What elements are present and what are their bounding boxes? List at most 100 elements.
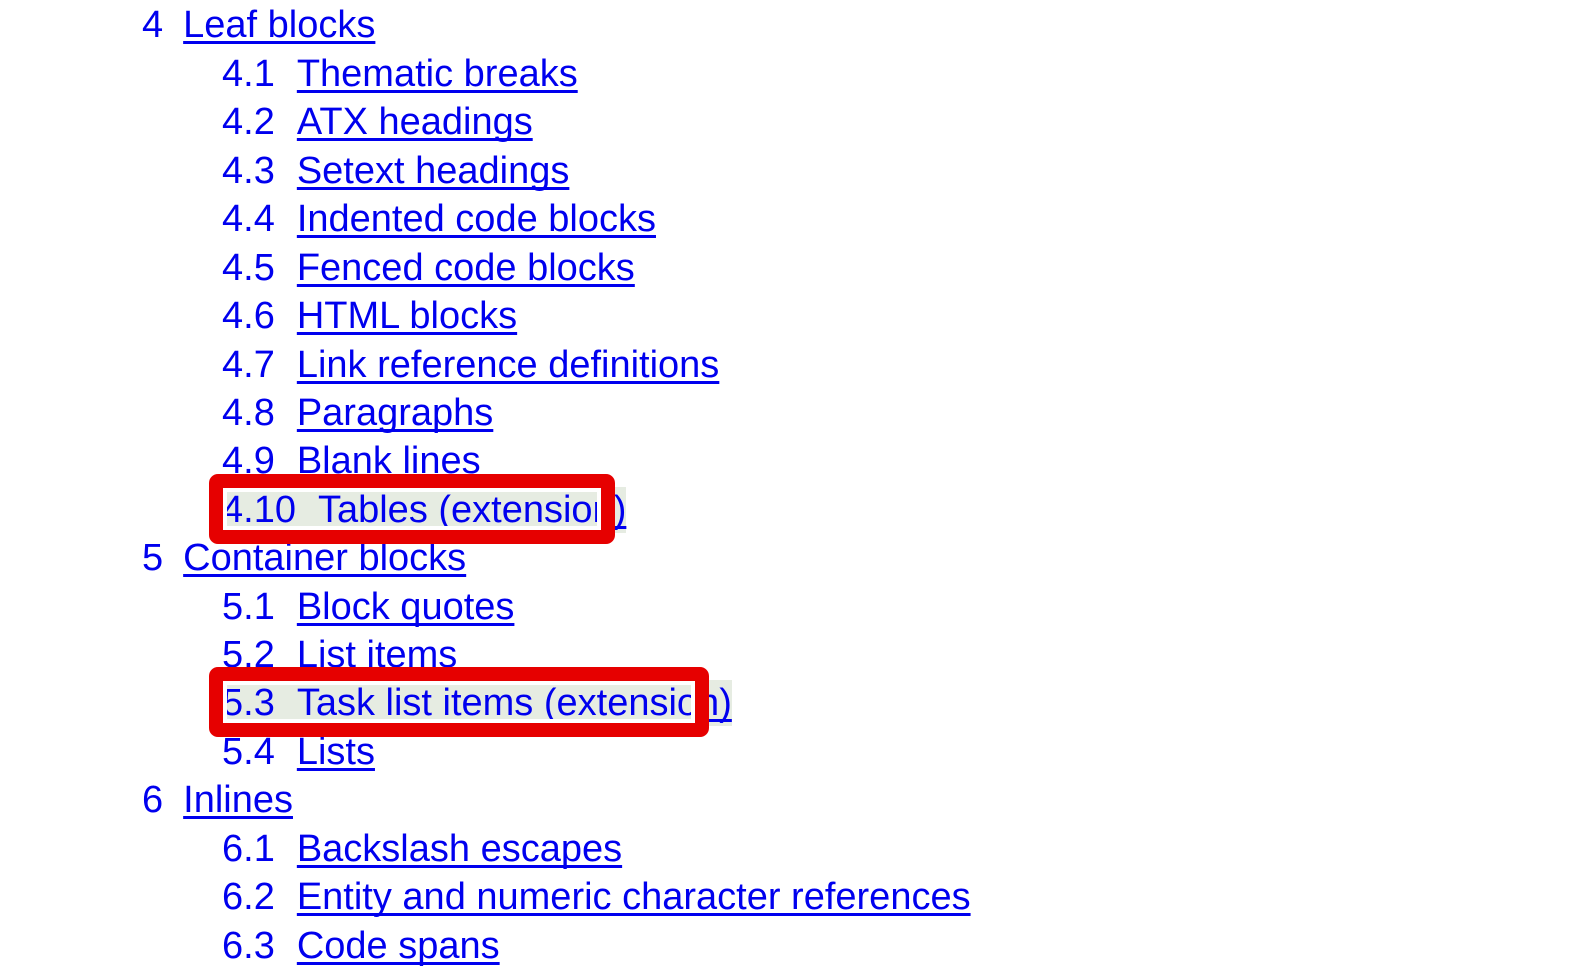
toc-entry-title: Tables (extension) [317, 489, 627, 531]
toc-entry-number: 4.3 [222, 150, 275, 192]
toc-entry-number: 4.8 [222, 392, 275, 434]
toc-entry: 6.3 Code spans [0, 923, 500, 969]
toc-entry: 4 Leaf blocks [0, 2, 375, 48]
toc-number-title-gap [163, 2, 183, 48]
toc-entry: 5.3 Task list items (extension) [0, 680, 732, 726]
toc-entry: 4.4 Indented code blocks [0, 196, 656, 242]
toc-link-5-2[interactable]: 5.2 List items [222, 632, 457, 678]
toc-number-title-gap [275, 584, 297, 630]
toc-entry-title: Task list items (extension) [296, 682, 732, 724]
toc-entry: 6.2 Entity and numeric character referen… [0, 874, 971, 920]
toc-number-title-gap [275, 729, 297, 775]
toc-entry: 6 Inlines [0, 777, 293, 823]
toc-number-title-gap [275, 342, 297, 388]
toc-number-title-gap [275, 99, 297, 145]
toc-entry: 4.3 Setext headings [0, 148, 569, 194]
toc-number-title-gap [275, 632, 297, 678]
toc-number-title-gap [275, 923, 297, 969]
toc-link-5-1[interactable]: 5.1 Block quotes [222, 584, 514, 630]
toc-entry-title: Blank lines [296, 440, 481, 482]
toc-number-title-gap [296, 487, 318, 533]
toc-entry-title: HTML blocks [296, 295, 518, 337]
toc-entry-title: Backslash escapes [296, 828, 623, 870]
toc-link-4-2[interactable]: 4.2 ATX headings [222, 99, 533, 145]
toc-entry: 4.9 Blank lines [0, 438, 481, 484]
toc-entry-number: 6.1 [222, 828, 275, 870]
toc-link-4-8[interactable]: 4.8 Paragraphs [222, 390, 493, 436]
toc-number-title-gap [275, 438, 297, 484]
toc-entry-title: Thematic breaks [296, 53, 578, 95]
toc-link-6-2[interactable]: 6.2 Entity and numeric character referen… [222, 874, 971, 920]
toc-number-title-gap [275, 874, 297, 920]
toc-link-4[interactable]: 4 Leaf blocks [142, 2, 375, 48]
toc-entry-number: 5.4 [222, 731, 275, 773]
toc-link-4-7[interactable]: 4.7 Link reference definitions [222, 342, 719, 388]
toc-entry: 4.6 HTML blocks [0, 293, 517, 339]
toc-entry: 4.5 Fenced code blocks [0, 245, 635, 291]
toc-link-4-10[interactable]: 4.10 Tables (extension) [222, 487, 627, 533]
toc-entry-title: Setext headings [296, 150, 570, 192]
toc-entry-title: Fenced code blocks [296, 247, 635, 289]
toc-entry-title: Code spans [296, 925, 500, 967]
toc-entry-title: Container blocks [183, 537, 467, 579]
toc-entry-number: 5.1 [222, 586, 275, 628]
toc-entry-number: 5.3 [222, 682, 275, 724]
toc-entry: 4.10 Tables (extension) [0, 487, 627, 533]
toc-entry-title: Indented code blocks [296, 198, 656, 240]
toc-link-5-3[interactable]: 5.3 Task list items (extension) [222, 680, 732, 726]
toc-number-title-gap [275, 680, 297, 726]
toc-entry: 5.1 Block quotes [0, 584, 514, 630]
toc-entry: 4.2 ATX headings [0, 99, 533, 145]
toc-entry-number: 4.1 [222, 53, 275, 95]
toc-entry-number: 6.2 [222, 876, 275, 918]
toc-link-4-6[interactable]: 4.6 HTML blocks [222, 293, 517, 339]
toc-entry-number: 6.3 [222, 925, 275, 967]
toc-entry-number: 4 [142, 4, 164, 46]
toc-entry-number: 5 [142, 537, 164, 579]
toc-entry-title: Lists [296, 731, 375, 773]
toc-entry-title: Entity and numeric character references [296, 876, 971, 918]
toc-link-5-4[interactable]: 5.4 Lists [222, 729, 375, 775]
toc-link-4-3[interactable]: 4.3 Setext headings [222, 148, 569, 194]
toc-entry-number: 4.4 [222, 198, 275, 240]
toc-entry-title: Block quotes [296, 586, 515, 628]
toc-number-title-gap [275, 390, 297, 436]
toc-entry-number: 4.5 [222, 247, 275, 289]
toc-entry: 4.7 Link reference definitions [0, 342, 719, 388]
toc-link-6-3[interactable]: 6.3 Code spans [222, 923, 500, 969]
toc-entry: 4.8 Paragraphs [0, 390, 493, 436]
toc-number-title-gap [275, 51, 297, 97]
toc-entry-title: Leaf blocks [183, 4, 376, 46]
toc-entry: 6.1 Backslash escapes [0, 826, 622, 872]
toc-entry-number: 4.7 [222, 344, 275, 386]
toc-number-title-gap [275, 293, 297, 339]
table-of-contents: 4 Leaf blocks 4.1 Thematic breaks 4.2 ATX … [0, 0, 1572, 967]
toc-link-4-1[interactable]: 4.1 Thematic breaks [222, 51, 578, 97]
toc-number-title-gap [163, 535, 183, 581]
toc-entry: 4.1 Thematic breaks [0, 51, 578, 97]
toc-entry-title: Inlines [183, 779, 293, 821]
toc-entry-title: Link reference definitions [296, 344, 720, 386]
toc-entry-number: 4.2 [222, 101, 275, 143]
toc-entry: 5.2 List items [0, 632, 457, 678]
toc-link-4-5[interactable]: 4.5 Fenced code blocks [222, 245, 635, 291]
toc-link-4-9[interactable]: 4.9 Blank lines [222, 438, 481, 484]
toc-entry-number: 4.6 [222, 295, 275, 337]
toc-entry-number: 4.9 [222, 440, 275, 482]
toc-entry-title: Paragraphs [296, 392, 494, 434]
toc-entry-number: 5.2 [222, 634, 275, 676]
toc-entry-number: 6 [142, 779, 164, 821]
toc-entry-title: ATX headings [296, 101, 533, 143]
toc-link-6-1[interactable]: 6.1 Backslash escapes [222, 826, 622, 872]
toc-entry-number: 4.10 [222, 489, 296, 531]
toc-number-title-gap [275, 196, 297, 242]
toc-link-4-4[interactable]: 4.4 Indented code blocks [222, 196, 656, 242]
toc-entry: 5.4 Lists [0, 729, 375, 775]
toc-link-6[interactable]: 6 Inlines [142, 777, 293, 823]
toc-entry-title: List items [296, 634, 458, 676]
toc-number-title-gap [163, 777, 183, 823]
toc-link-5[interactable]: 5 Container blocks [142, 535, 466, 581]
toc-number-title-gap [275, 826, 297, 872]
toc-number-title-gap [275, 148, 297, 194]
toc-number-title-gap [275, 245, 297, 291]
